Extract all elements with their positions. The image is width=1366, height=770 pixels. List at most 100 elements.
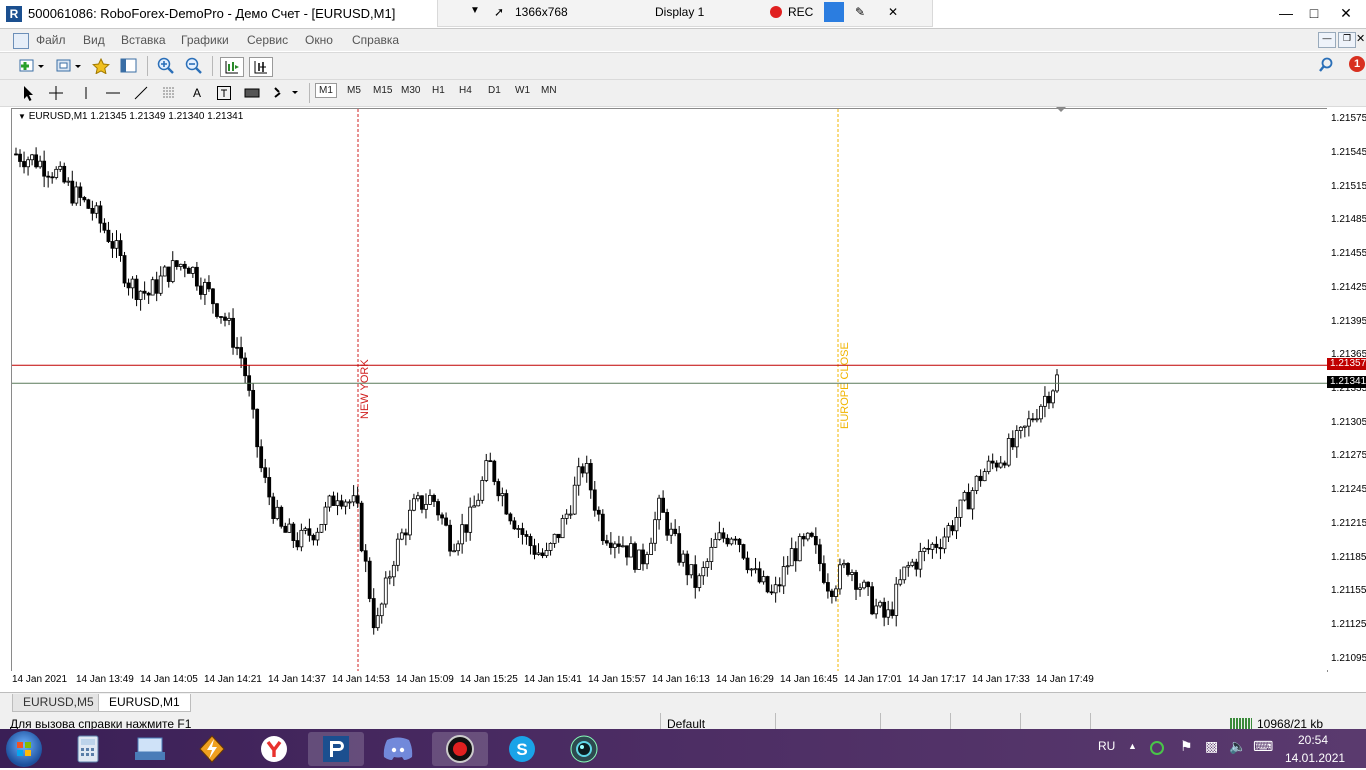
timeframe-m1-button[interactable]: M1 [315, 83, 337, 98]
menu-file[interactable]: Файл [36, 33, 66, 47]
candle-body [600, 513, 605, 542]
skype-icon[interactable]: S [494, 732, 550, 766]
network-icon[interactable]: ▩ [1205, 738, 1218, 755]
mdi-restore-button[interactable]: ❐ [1338, 32, 1356, 48]
candle-body [327, 495, 332, 508]
timeframe-mn-button[interactable]: MN [541, 85, 557, 96]
collapse-icon[interactable]: ▼ [470, 5, 480, 16]
candle-body [66, 180, 71, 183]
mdi-close-button[interactable]: ✕ [1356, 32, 1366, 46]
candle-body [22, 161, 26, 168]
candle-body [978, 475, 983, 482]
tray-app-icon[interactable] [1150, 741, 1164, 755]
notification-badge[interactable]: 1 [1349, 56, 1365, 72]
mdi-minimize-button[interactable]: — [1318, 32, 1336, 48]
timeframe-m15-button[interactable]: M15 [373, 85, 392, 96]
candle-body [472, 505, 477, 508]
timeframe-w1-button[interactable]: W1 [515, 85, 530, 96]
time-tick-label: 14 Jan 15:25 [460, 674, 518, 685]
candle-body [846, 563, 850, 575]
candle-body [162, 266, 167, 277]
menu-help[interactable]: Справка [352, 33, 399, 47]
zoom-in-icon[interactable] [156, 57, 176, 75]
cursor-icon[interactable]: ➚ [494, 5, 504, 19]
tray-expand-icon[interactable]: ▲ [1128, 741, 1137, 751]
tab-eurusd-m5[interactable]: EURUSD,M5 [12, 694, 105, 712]
camera-app-icon[interactable] [556, 732, 612, 766]
rec-label[interactable]: REC [788, 5, 813, 19]
text-label-tool-icon[interactable] [214, 84, 234, 102]
action-center-icon[interactable]: ⚑ [1180, 738, 1193, 755]
menu-window[interactable]: Окно [305, 33, 333, 47]
winamp-icon[interactable] [184, 732, 240, 766]
roboforex-terminal-icon[interactable] [308, 732, 364, 766]
resolution-label[interactable]: 1366x768 [515, 5, 568, 19]
clock-time[interactable]: 20:54 [1298, 733, 1328, 747]
volume-icon[interactable]: 🔈 [1229, 738, 1246, 755]
navigator-icon[interactable] [119, 57, 139, 75]
chart-area[interactable]: NEW YORK EUROPE CLOSE [11, 108, 1328, 672]
rectangle-tool-icon[interactable] [242, 84, 262, 102]
chart-shift-marker[interactable] [1056, 107, 1066, 112]
candle-body [412, 498, 416, 511]
timeframe-h1-button[interactable]: H1 [432, 85, 445, 96]
tab-eurusd-m1[interactable]: EURUSD,M1 [98, 694, 191, 712]
candle-body [235, 346, 239, 349]
keyboard-layout-icon[interactable]: ⌨ [1253, 738, 1273, 755]
cursor-tool-icon[interactable] [18, 84, 38, 102]
trendline-tool-icon[interactable] [131, 84, 151, 102]
candle-body [118, 240, 123, 256]
favorites-icon[interactable] [91, 57, 111, 75]
display-label[interactable]: Display 1 [655, 5, 704, 19]
price-tick-label: 1.21185 [1331, 551, 1366, 563]
fibonacci-tool-icon[interactable] [159, 84, 179, 102]
discord-icon[interactable] [370, 732, 426, 766]
candle-body [580, 466, 585, 474]
calculator-icon[interactable] [60, 732, 116, 766]
arrows-tool-icon[interactable] [270, 84, 300, 102]
timeframe-m30-button[interactable]: M30 [401, 85, 420, 96]
menu-insert[interactable]: Вставка [121, 33, 166, 47]
menu-tools[interactable]: Сервис [247, 33, 288, 47]
recorder-app-icon[interactable] [432, 732, 488, 766]
candle-body [492, 460, 497, 482]
yandex-browser-icon[interactable] [246, 732, 302, 766]
auto-scroll-icon[interactable] [220, 57, 244, 77]
profiles-icon[interactable] [55, 57, 83, 75]
new-chart-icon[interactable] [18, 57, 46, 75]
price-chart[interactable]: NEW YORK EUROPE CLOSE [12, 109, 1327, 671]
chart-shift-icon[interactable] [249, 57, 273, 77]
candle-body [1034, 418, 1039, 421]
record-icon[interactable] [770, 6, 782, 18]
clock-date[interactable]: 14.01.2021 [1285, 751, 1345, 765]
close-recorder-icon[interactable]: ✕ [888, 5, 898, 19]
candle-body [669, 528, 674, 536]
timeframe-d1-button[interactable]: D1 [488, 85, 501, 96]
zoom-out-icon[interactable] [184, 57, 204, 75]
start-button[interactable] [6, 731, 42, 767]
pen-icon[interactable]: ✎ [855, 5, 865, 19]
menu-view[interactable]: Вид [83, 33, 105, 47]
screen-recorder-bar: ▼ ➚ 1366x768 Display 1 REC ✎ ✕ [437, 0, 933, 27]
close-button[interactable]: ✕ [1333, 4, 1359, 22]
keyboard-icon[interactable] [122, 732, 178, 766]
candle-body [950, 525, 955, 532]
candle-body [46, 175, 51, 178]
vertical-line-tool-icon[interactable] [76, 84, 96, 102]
chart-menu-arrow-icon[interactable]: ▼ [18, 112, 26, 121]
text-tool-icon[interactable]: A [187, 84, 207, 102]
candle-body [460, 524, 465, 545]
candle-body [866, 581, 870, 588]
webcam-icon[interactable] [824, 2, 844, 22]
language-indicator[interactable]: RU [1098, 739, 1115, 753]
timeframe-h4-button[interactable]: H4 [459, 85, 472, 96]
candle-body [484, 460, 489, 481]
search-icon[interactable] [1318, 57, 1334, 76]
timeframe-m5-button[interactable]: M5 [347, 85, 361, 96]
horizontal-line-tool-icon[interactable] [103, 84, 123, 102]
menu-charts[interactable]: Графики [181, 33, 229, 47]
maximize-button[interactable]: □ [1301, 4, 1327, 22]
minimize-button[interactable]: — [1273, 4, 1299, 22]
crosshair-tool-icon[interactable] [46, 84, 66, 102]
candle-body [371, 598, 376, 629]
